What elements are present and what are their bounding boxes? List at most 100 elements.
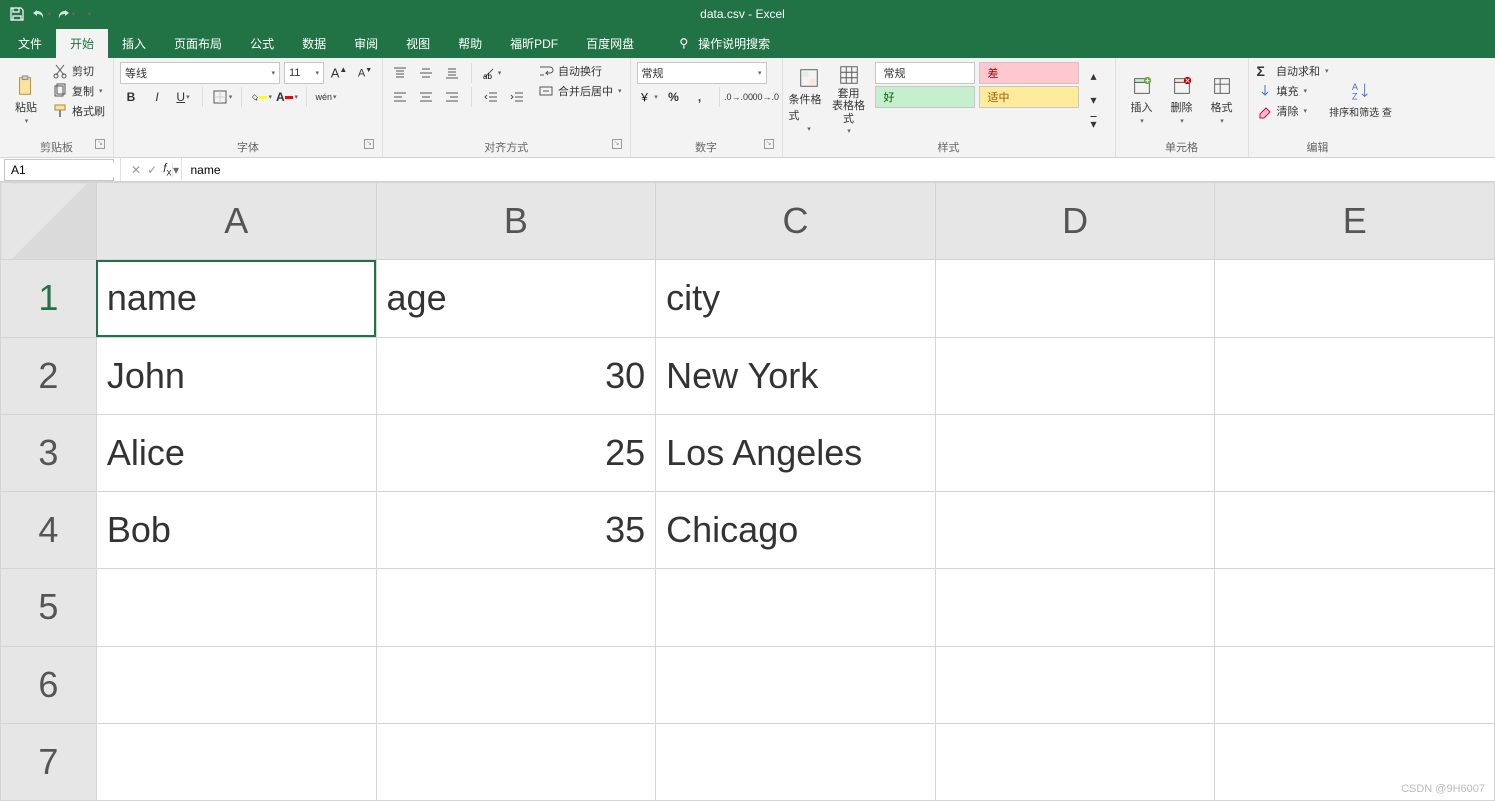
copy-button[interactable]: 复制▾: [50, 82, 107, 100]
formula-input[interactable]: [182, 163, 1495, 177]
cell-B1[interactable]: age: [376, 260, 656, 337]
cell-style-bad[interactable]: 差: [979, 62, 1079, 84]
row-header-4[interactable]: 4: [1, 492, 97, 569]
cell-B6[interactable]: [376, 646, 656, 723]
cell-A5[interactable]: [96, 569, 376, 646]
col-header-C[interactable]: C: [656, 183, 936, 260]
col-header-D[interactable]: D: [935, 183, 1215, 260]
tab-3[interactable]: 公式: [236, 29, 288, 58]
borders-button[interactable]: ▾: [211, 86, 233, 108]
increase-indent-icon[interactable]: [506, 86, 528, 108]
redo-icon[interactable]: ▾: [54, 3, 76, 25]
cell-E6[interactable]: [1215, 646, 1495, 723]
format-cells-button[interactable]: 格式▾: [1202, 62, 1242, 137]
col-header-A[interactable]: A: [96, 183, 376, 260]
row-header-3[interactable]: 3: [1, 414, 97, 491]
cell-B4[interactable]: 35: [376, 492, 656, 569]
cell-C6[interactable]: [656, 646, 936, 723]
align-top-icon[interactable]: [389, 62, 411, 84]
tab-4[interactable]: 数据: [288, 29, 340, 58]
cancel-formula-icon[interactable]: ✕: [131, 163, 141, 177]
cell-D6[interactable]: [935, 646, 1215, 723]
name-box[interactable]: ▾: [4, 159, 114, 181]
fill-button[interactable]: 填充▾: [1255, 82, 1331, 100]
cell-E2[interactable]: [1215, 337, 1495, 414]
comma-format-icon[interactable]: ,: [689, 86, 711, 108]
font-size-combo[interactable]: 11▾: [284, 62, 324, 84]
wrap-text-button[interactable]: 自动换行: [536, 62, 624, 80]
italic-button[interactable]: I: [146, 86, 168, 108]
cell-D3[interactable]: [935, 414, 1215, 491]
percent-format-icon[interactable]: %: [663, 86, 685, 108]
format-painter-button[interactable]: 格式刷: [50, 102, 107, 120]
cell-A2[interactable]: John: [96, 337, 376, 414]
tab-6[interactable]: 视图: [392, 29, 444, 58]
cell-D7[interactable]: [935, 723, 1215, 800]
row-header-6[interactable]: 6: [1, 646, 97, 723]
cell-C4[interactable]: Chicago: [656, 492, 936, 569]
font-name-combo[interactable]: 等线▾: [120, 62, 280, 84]
tab-5[interactable]: 审阅: [340, 29, 392, 58]
cell-A4[interactable]: Bob: [96, 492, 376, 569]
cell-E5[interactable]: [1215, 569, 1495, 646]
save-icon[interactable]: [6, 3, 28, 25]
align-center-icon[interactable]: [415, 86, 437, 108]
tab-file[interactable]: 文件: [4, 29, 56, 58]
cell-E3[interactable]: [1215, 414, 1495, 491]
cell-A1[interactable]: name: [96, 260, 376, 337]
cell-style-normal[interactable]: 常规: [875, 62, 975, 84]
cell-C7[interactable]: [656, 723, 936, 800]
tab-7[interactable]: 帮助: [444, 29, 496, 58]
qat-customize-icon[interactable]: ▾: [78, 3, 100, 25]
tell-me-search[interactable]: 操作说明搜索: [668, 29, 780, 58]
row-header-5[interactable]: 5: [1, 569, 97, 646]
tab-0[interactable]: 开始: [56, 29, 108, 58]
cell-C1[interactable]: city: [656, 260, 936, 337]
paste-button[interactable]: 粘贴 ▾: [6, 62, 46, 137]
tab-2[interactable]: 页面布局: [160, 29, 236, 58]
align-right-icon[interactable]: [441, 86, 463, 108]
tab-9[interactable]: 百度网盘: [572, 29, 648, 58]
row-header-2[interactable]: 2: [1, 337, 97, 414]
delete-cells-button[interactable]: 删除▾: [1162, 62, 1202, 137]
tab-8[interactable]: 福昕PDF: [496, 29, 572, 58]
row-header-7[interactable]: 7: [1, 723, 97, 800]
format-as-table-button[interactable]: 套用 表格格式▾: [829, 62, 869, 137]
conditional-formatting-button[interactable]: 条件格式▾: [789, 62, 829, 137]
select-all-corner[interactable]: [1, 183, 97, 260]
fx-icon[interactable]: fx: [163, 161, 171, 178]
row-header-1[interactable]: 1: [1, 260, 97, 337]
cell-A6[interactable]: [96, 646, 376, 723]
insert-cells-button[interactable]: 插入▾: [1122, 62, 1162, 137]
col-header-B[interactable]: B: [376, 183, 656, 260]
fill-color-button[interactable]: ▾: [250, 86, 272, 108]
cell-style-neutral[interactable]: 适中: [979, 86, 1079, 108]
enter-formula-icon[interactable]: ✓: [147, 163, 157, 177]
style-gallery-up-icon[interactable]: ▴: [1083, 65, 1105, 87]
cell-A3[interactable]: Alice: [96, 414, 376, 491]
orientation-icon[interactable]: ab▾: [480, 62, 502, 84]
spreadsheet-grid[interactable]: ABCDE1nameagecity2John30New York3Alice25…: [0, 182, 1495, 801]
clear-button[interactable]: 清除▾: [1255, 102, 1331, 120]
col-header-E[interactable]: E: [1215, 183, 1495, 260]
cell-B2[interactable]: 30: [376, 337, 656, 414]
cell-style-good[interactable]: 好: [875, 86, 975, 108]
cell-D4[interactable]: [935, 492, 1215, 569]
decrease-decimal-icon[interactable]: .00→.0: [754, 86, 776, 108]
cell-D1[interactable]: [935, 260, 1215, 337]
align-bottom-icon[interactable]: [441, 62, 463, 84]
cut-button[interactable]: 剪切: [50, 62, 107, 80]
autosum-button[interactable]: Σ 自动求和▾: [1255, 62, 1331, 80]
style-gallery-down-icon[interactable]: ▾: [1083, 89, 1105, 111]
accounting-format-icon[interactable]: ￥▾: [637, 86, 659, 108]
cell-A7[interactable]: [96, 723, 376, 800]
increase-decimal-icon[interactable]: .0→.00: [728, 86, 750, 108]
merge-center-button[interactable]: 合并后居中▾: [536, 82, 624, 100]
launcher-icon[interactable]: ↘: [612, 139, 622, 149]
launcher-icon[interactable]: ↘: [764, 139, 774, 149]
launcher-icon[interactable]: ↘: [364, 139, 374, 149]
launcher-icon[interactable]: ↘: [95, 139, 105, 149]
decrease-indent-icon[interactable]: [480, 86, 502, 108]
decrease-font-icon[interactable]: A▼: [354, 62, 376, 84]
style-gallery-more-icon[interactable]: ▾: [1083, 113, 1105, 135]
